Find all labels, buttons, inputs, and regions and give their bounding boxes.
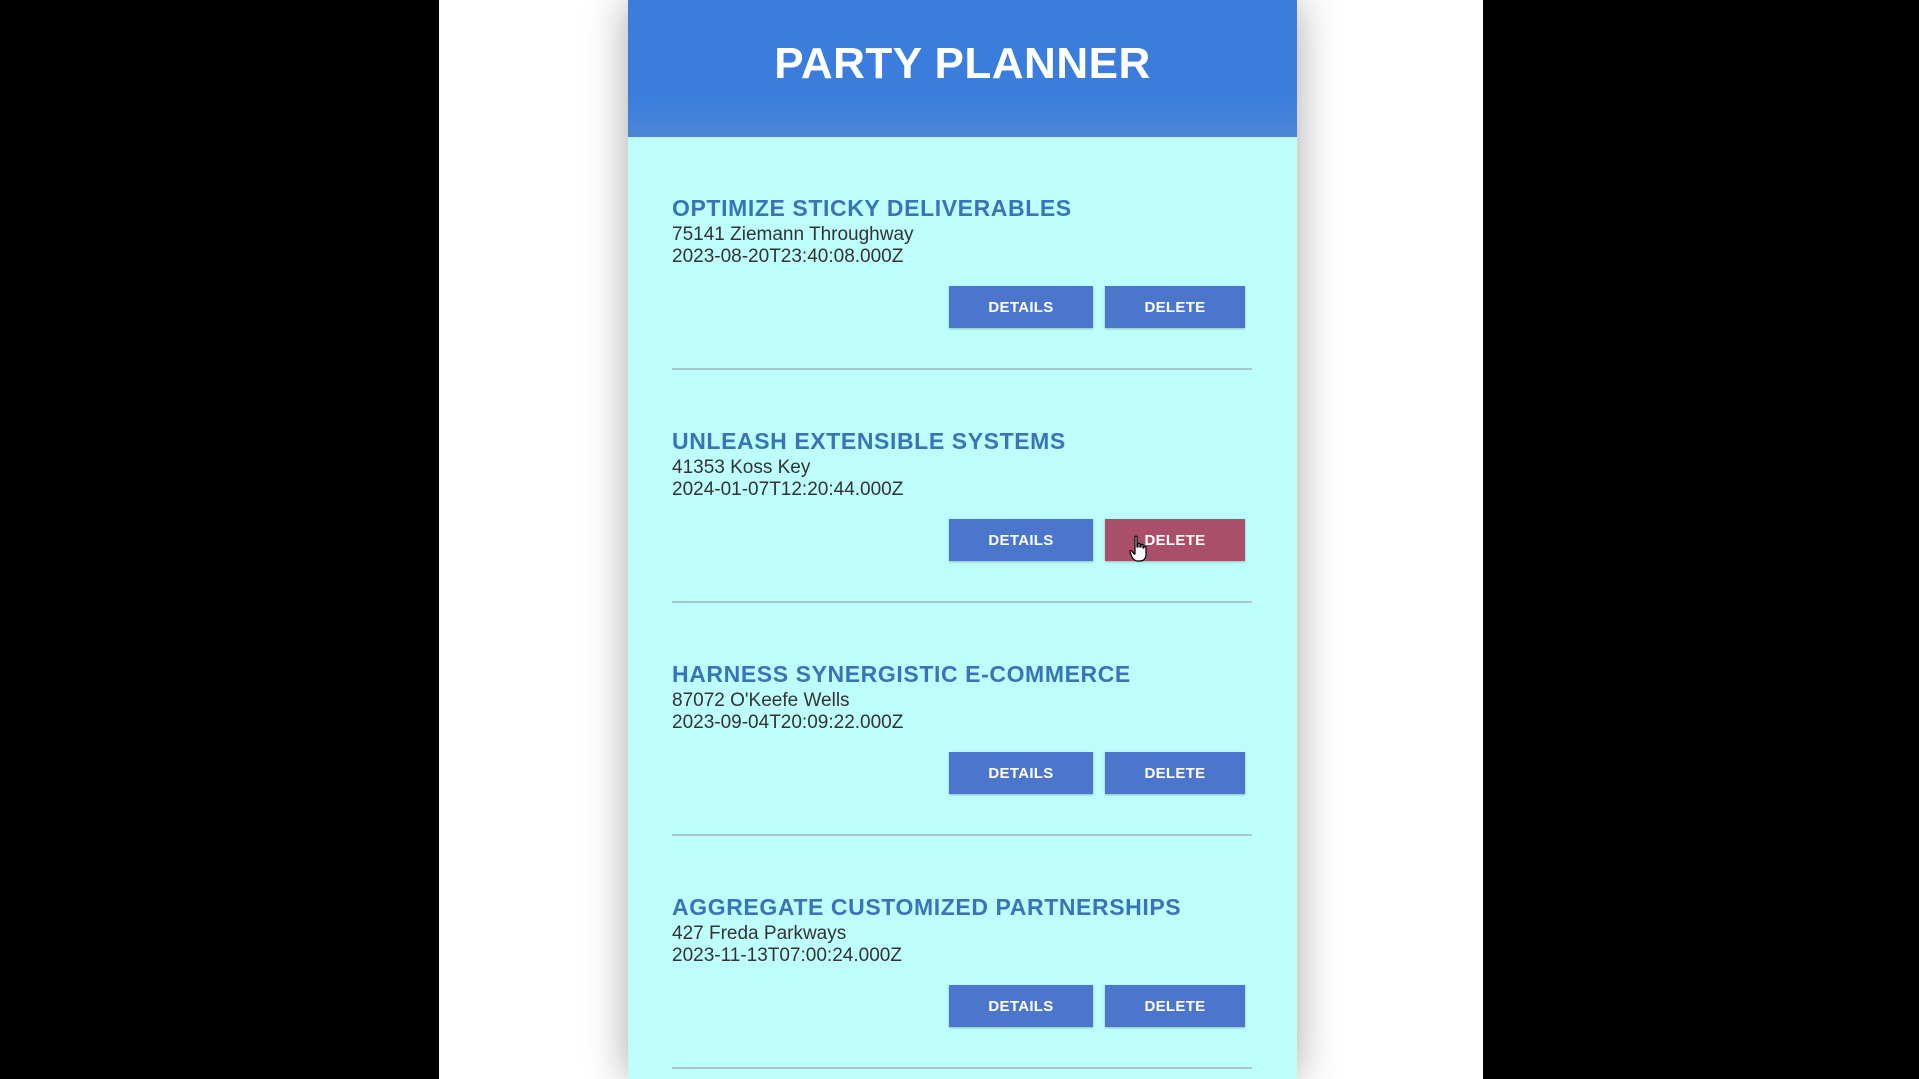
- party-planner-app: PARTY PLANNER OPTIMIZE STICKY DELIVERABL…: [628, 0, 1297, 1079]
- party-item: HARNESS SYNERGISTIC E-COMMERCE 87072 O'K…: [672, 603, 1252, 836]
- details-button[interactable]: DETAILS: [949, 286, 1093, 328]
- delete-button[interactable]: DELETE: [1105, 286, 1245, 328]
- party-name: HARNESS SYNERGISTIC E-COMMERCE: [672, 661, 1131, 687]
- party-date: 2023-11-13T07:00:24.000Z: [672, 945, 902, 966]
- details-button[interactable]: DETAILS: [949, 519, 1093, 561]
- party-date: 2024-01-07T12:20:44.000Z: [672, 479, 904, 500]
- party-name: AGGREGATE CUSTOMIZED PARTNERSHIPS: [672, 894, 1182, 920]
- party-address: 41353 Koss Key: [672, 457, 811, 478]
- details-button[interactable]: DETAILS: [949, 985, 1093, 1027]
- delete-button[interactable]: DELETE: [1105, 519, 1245, 561]
- party-address: 87072 O'Keefe Wells: [672, 690, 850, 711]
- party-item: OPTIMIZE STICKY DELIVERABLES 75141 Ziema…: [672, 137, 1252, 370]
- browser-viewport: PARTY PLANNER OPTIMIZE STICKY DELIVERABL…: [439, 0, 1483, 1079]
- party-name: OPTIMIZE STICKY DELIVERABLES: [672, 195, 1072, 221]
- party-date: 2023-08-20T23:40:08.000Z: [672, 246, 904, 267]
- party-address: 427 Freda Parkways: [672, 923, 847, 944]
- party-list: OPTIMIZE STICKY DELIVERABLES 75141 Ziema…: [628, 137, 1297, 1069]
- page-title: PARTY PLANNER: [774, 38, 1151, 88]
- party-address: 75141 Ziemann Throughway: [672, 224, 914, 245]
- party-date: 2023-09-04T20:09:22.000Z: [672, 712, 904, 733]
- hand-pointer-icon: [1129, 535, 1147, 562]
- delete-button[interactable]: DELETE: [1105, 985, 1245, 1027]
- details-button[interactable]: DETAILS: [949, 752, 1093, 794]
- party-item: UNLEASH EXTENSIBLE SYSTEMS 41353 Koss Ke…: [672, 370, 1252, 603]
- party-item: AGGREGATE CUSTOMIZED PARTNERSHIPS 427 Fr…: [672, 836, 1252, 1069]
- app-header: PARTY PLANNER: [628, 0, 1297, 137]
- delete-button[interactable]: DELETE: [1105, 752, 1245, 794]
- party-name: UNLEASH EXTENSIBLE SYSTEMS: [672, 428, 1066, 454]
